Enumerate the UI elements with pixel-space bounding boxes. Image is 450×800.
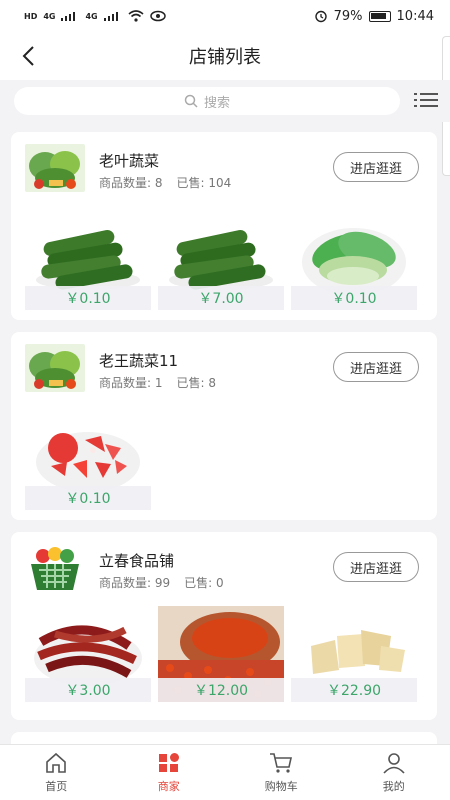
signal-icon-2 xyxy=(103,11,122,21)
product-item[interactable]: ￥0.10 xyxy=(25,414,151,510)
shop-name: 老王蔬菜11 xyxy=(99,352,179,370)
shop-header: 立春食品铺 商品数量: 99 已售: 0 进店逛逛 xyxy=(25,544,423,596)
shop-card[interactable]: 老叶蔬菜 商品数量: 8 已售: 104 进店逛逛 ￥0.10 ￥7.00 ￥0.… xyxy=(11,132,437,320)
tab-mine[interactable]: 我的 xyxy=(338,745,450,800)
network-4g-label: 4G xyxy=(43,11,56,21)
clock: 10:44 xyxy=(396,8,434,24)
product-item[interactable]: ￥0.10 xyxy=(25,214,151,310)
visit-shop-button[interactable]: 进店逛逛 xyxy=(333,352,419,382)
shop-logo-basket xyxy=(25,544,85,592)
product-price: ￥3.00 xyxy=(25,678,151,702)
nav-bar: 店铺列表 xyxy=(0,32,450,80)
product-price: ￥7.00 xyxy=(158,286,284,310)
product-count: 商品数量: 1 xyxy=(99,376,163,390)
shop-icon xyxy=(158,752,179,772)
list-menu-button[interactable] xyxy=(414,90,438,110)
alarm-icon xyxy=(314,10,327,23)
tab-cart[interactable]: 购物车 xyxy=(225,745,338,800)
shop-header: 老叶蔬菜 商品数量: 8 已售: 104 进店逛逛 xyxy=(25,144,423,196)
network-indicators: HD 4G 4G xyxy=(24,10,166,22)
shop-stats: 商品数量: 8 已售: 104 xyxy=(99,174,231,191)
hd-label: HD xyxy=(24,11,38,21)
product-price: ￥0.10 xyxy=(291,286,417,310)
tab-home[interactable]: 首页 xyxy=(0,745,113,800)
product-price: ￥0.10 xyxy=(25,486,151,510)
home-icon xyxy=(46,752,67,773)
cart-icon xyxy=(270,752,293,773)
bottom-tab-bar: 首页 商家 购物车 我的 xyxy=(0,744,450,800)
user-icon xyxy=(383,752,405,774)
product-count: 商品数量: 8 xyxy=(99,176,163,190)
battery-percent: 79% xyxy=(333,8,363,24)
shop-card[interactable]: 立春食品铺 商品数量: 99 已售: 0 进店逛逛 ￥3.00 ￥12.00 ￥2… xyxy=(11,532,437,720)
product-item[interactable]: ￥0.10 xyxy=(291,214,417,310)
eye-icon xyxy=(149,10,166,22)
shop-logo-vegetables xyxy=(25,344,85,392)
visit-shop-button[interactable]: 进店逛逛 xyxy=(333,552,419,582)
product-item[interactable]: ￥7.00 xyxy=(158,214,284,310)
sold-count: 已售: 0 xyxy=(184,576,224,590)
search-input[interactable]: 搜索 xyxy=(14,87,400,115)
shop-header: 老王蔬菜11 商品数量: 1 已售: 8 进店逛逛 xyxy=(25,344,423,396)
chevron-left-icon xyxy=(22,46,34,66)
list-icon xyxy=(414,93,438,107)
network-4g-label-2: 4G xyxy=(85,11,98,21)
shop-card[interactable]: 老王蔬菜11 商品数量: 1 已售: 8 进店逛逛 ￥0.10 xyxy=(11,332,437,520)
search-row: 搜索 xyxy=(0,80,450,122)
tab-mine-label: 我的 xyxy=(382,779,405,793)
sold-count: 已售: 104 xyxy=(176,176,232,190)
visit-shop-button[interactable]: 进店逛逛 xyxy=(333,152,419,182)
status-bar: HD 4G 4G 79% 10:44 xyxy=(0,0,450,32)
product-item[interactable]: ￥3.00 xyxy=(25,606,151,702)
page-title: 店铺列表 xyxy=(189,47,261,68)
product-price: ￥12.00 xyxy=(158,678,284,702)
search-placeholder: 搜索 xyxy=(203,95,230,111)
product-count: 商品数量: 99 xyxy=(99,576,171,590)
product-price: ￥0.10 xyxy=(25,286,151,310)
sold-count: 已售: 8 xyxy=(176,376,217,390)
product-item[interactable]: ￥22.90 xyxy=(291,606,417,702)
tab-cart-label: 购物车 xyxy=(264,779,298,793)
shop-name: 立春食品铺 xyxy=(99,552,175,570)
battery-icon xyxy=(368,10,391,22)
shop-logo-vegetables xyxy=(25,144,85,192)
search-icon xyxy=(184,94,198,108)
tab-home-label: 首页 xyxy=(45,779,68,793)
back-button[interactable] xyxy=(14,42,42,70)
product-price: ￥22.90 xyxy=(291,678,417,702)
product-item[interactable]: ￥12.00 xyxy=(158,606,284,702)
shop-name: 老叶蔬菜 xyxy=(99,152,160,170)
tab-merchants[interactable]: 商家 xyxy=(113,745,226,800)
shop-stats: 商品数量: 99 已售: 0 xyxy=(99,574,224,591)
wifi-icon xyxy=(128,10,144,22)
tab-merchants-label: 商家 xyxy=(157,779,180,793)
signal-icon xyxy=(61,11,79,21)
shop-stats: 商品数量: 1 已售: 8 xyxy=(99,374,216,391)
status-right: 79% 10:44 xyxy=(314,9,434,24)
